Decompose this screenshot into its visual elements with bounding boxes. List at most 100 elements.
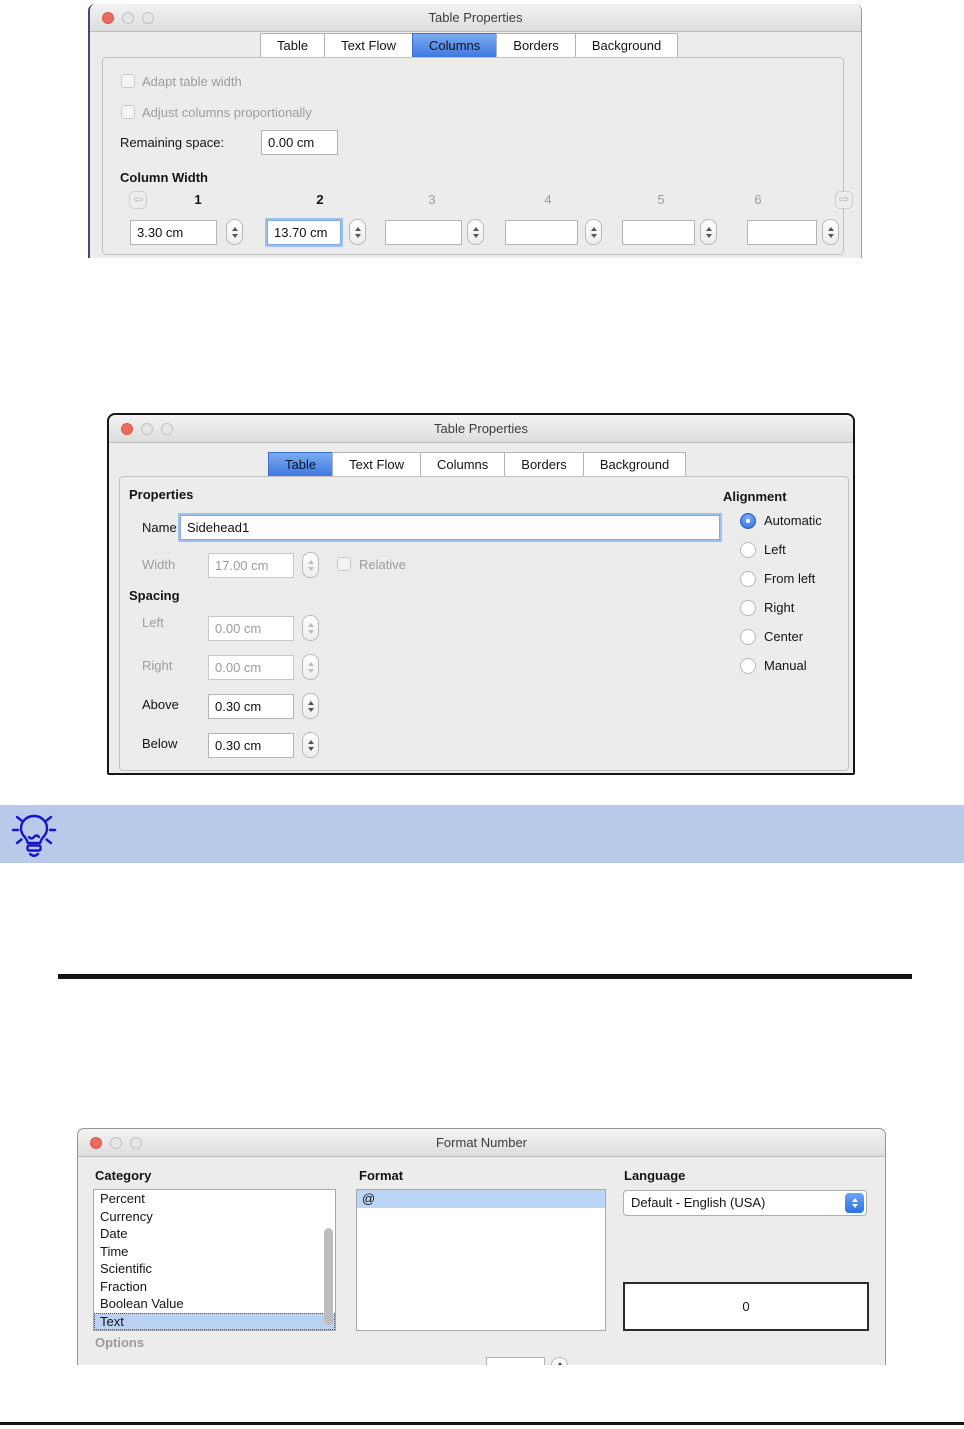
- format-header: Format: [359, 1168, 404, 1183]
- column-6-stepper[interactable]: [822, 219, 839, 245]
- title-bar: Table Properties: [90, 4, 861, 32]
- alignment-from-left-label: From left: [764, 571, 816, 586]
- column-number-4: 4: [544, 192, 552, 207]
- spacing-right-label: Right: [142, 658, 173, 673]
- relative-checkbox: [337, 557, 351, 571]
- adjust-columns-checkbox: [121, 105, 135, 119]
- page-footer-rule: [0, 1422, 964, 1425]
- window-title: Table Properties: [434, 421, 528, 436]
- column-2-width-field[interactable]: 13.70 cm: [267, 220, 341, 245]
- column-4-stepper[interactable]: [585, 219, 602, 245]
- language-select-value: Default - English (USA): [631, 1195, 766, 1210]
- relative-label: Relative: [359, 557, 406, 572]
- options-header: Options: [95, 1335, 145, 1350]
- lightbulb-icon: [11, 810, 57, 863]
- tab-borders[interactable]: Borders: [504, 452, 584, 477]
- category-item-percent[interactable]: Percent: [94, 1190, 335, 1208]
- alignment-automatic-radio[interactable]: [740, 513, 756, 529]
- category-header: Category: [95, 1168, 152, 1183]
- spacing-right-field: 0.00 cm: [208, 655, 294, 680]
- properties-header: Properties: [129, 487, 194, 502]
- tab-text-flow[interactable]: Text Flow: [332, 452, 421, 477]
- decimal-places-stepper[interactable]: [551, 1357, 568, 1365]
- spacing-right-stepper: [302, 654, 319, 680]
- decimal-places-field[interactable]: [486, 1357, 545, 1365]
- category-item-fraction[interactable]: Fraction: [94, 1278, 335, 1296]
- alignment-from-left-radio[interactable]: [740, 571, 756, 587]
- category-item-date[interactable]: Date: [94, 1225, 335, 1243]
- remaining-space-label: Remaining space:: [120, 135, 225, 150]
- column-3-stepper[interactable]: [467, 219, 484, 245]
- table-name-field[interactable]: Sidehead1: [180, 515, 720, 540]
- scroll-columns-left-icon: ⇦: [129, 191, 147, 209]
- alignment-center-label: Center: [764, 629, 804, 644]
- adapt-table-width-checkbox: [121, 74, 135, 88]
- column-5-stepper[interactable]: [700, 219, 717, 245]
- tip-note-banner: [0, 805, 964, 863]
- category-item-scientific[interactable]: Scientific: [94, 1260, 335, 1278]
- name-label: Name: [142, 520, 177, 535]
- alignment-automatic-label: Automatic: [764, 513, 822, 528]
- alignment-manual-radio[interactable]: [740, 658, 756, 674]
- category-item-text[interactable]: Text: [94, 1312, 335, 1330]
- alignment-left-label: Left: [764, 542, 786, 557]
- column-1-width-field[interactable]: 3.30 cm: [130, 220, 217, 245]
- format-number-dialog: Format Number Category Format Language P…: [77, 1128, 886, 1365]
- column-number-6: 6: [754, 192, 762, 207]
- spacing-below-field[interactable]: 0.30 cm: [208, 733, 294, 758]
- tab-columns[interactable]: Columns: [411, 33, 498, 58]
- tab-borders[interactable]: Borders: [496, 33, 576, 58]
- language-header: Language: [624, 1168, 686, 1183]
- tab-table[interactable]: Table: [260, 33, 326, 58]
- alignment-right-label: Right: [764, 600, 795, 615]
- spacing-header: Spacing: [129, 588, 180, 603]
- column-width-header: Column Width: [120, 170, 208, 185]
- adjust-columns-label: Adjust columns proportionally: [142, 105, 312, 120]
- width-stepper: [302, 552, 319, 578]
- alignment-header: Alignment: [723, 489, 787, 504]
- window-title: Format Number: [435, 1135, 528, 1150]
- category-list-scrollbar[interactable]: [324, 1228, 333, 1325]
- column-number-5: 5: [657, 192, 665, 207]
- tab-text-flow[interactable]: Text Flow: [324, 33, 413, 58]
- tab-table[interactable]: Table: [268, 452, 334, 477]
- table-properties-columns-dialog: Table Properties Table Text Flow Columns…: [88, 4, 862, 258]
- format-code-item[interactable]: @: [357, 1190, 605, 1208]
- column-3-width-field[interactable]: [385, 220, 462, 245]
- title-bar: Format Number: [78, 1129, 885, 1157]
- column-2-stepper[interactable]: [349, 219, 366, 245]
- alignment-manual-label: Manual: [764, 658, 807, 673]
- column-4-width-field[interactable]: [505, 220, 578, 245]
- category-item-time[interactable]: Time: [94, 1243, 335, 1261]
- title-bar: Table Properties: [109, 415, 853, 443]
- document-page: { "columns_dialog": { "title": "Table Pr…: [0, 0, 964, 1429]
- format-code-list: @: [356, 1189, 606, 1331]
- language-select[interactable]: Default - English (USA): [623, 1190, 867, 1216]
- spacing-above-label: Above: [142, 697, 179, 712]
- column-number-1: 1: [194, 192, 202, 207]
- remaining-space-field: 0.00 cm: [261, 130, 338, 155]
- alignment-right-radio[interactable]: [740, 600, 756, 616]
- column-5-width-field[interactable]: [622, 220, 695, 245]
- category-item-currency[interactable]: Currency: [94, 1208, 335, 1226]
- format-preview-value: 0: [742, 1299, 750, 1314]
- column-1-stepper[interactable]: [226, 219, 243, 245]
- alignment-left-radio[interactable]: [740, 542, 756, 558]
- spacing-below-stepper[interactable]: [302, 732, 319, 758]
- tab-background[interactable]: Background: [582, 452, 687, 477]
- spacing-above-field[interactable]: 0.30 cm: [208, 694, 294, 719]
- width-label: Width: [142, 557, 176, 572]
- window-title: Table Properties: [428, 10, 523, 25]
- column-6-width-field[interactable]: [747, 220, 817, 245]
- dropdown-chevrons-icon: [845, 1193, 864, 1213]
- section-divider-rule: [58, 974, 912, 979]
- category-list: Percent Currency Date Time Scientific Fr…: [93, 1189, 336, 1331]
- table-width-field: 17.00 cm: [208, 553, 294, 578]
- alignment-center-radio[interactable]: [740, 629, 756, 645]
- tab-background[interactable]: Background: [574, 33, 679, 58]
- tab-columns[interactable]: Columns: [419, 452, 506, 477]
- category-item-boolean-value[interactable]: Boolean Value: [94, 1295, 335, 1313]
- spacing-above-stepper[interactable]: [302, 693, 319, 719]
- spacing-left-label: Left: [142, 615, 164, 630]
- adapt-table-width-label: Adapt table width: [142, 74, 242, 89]
